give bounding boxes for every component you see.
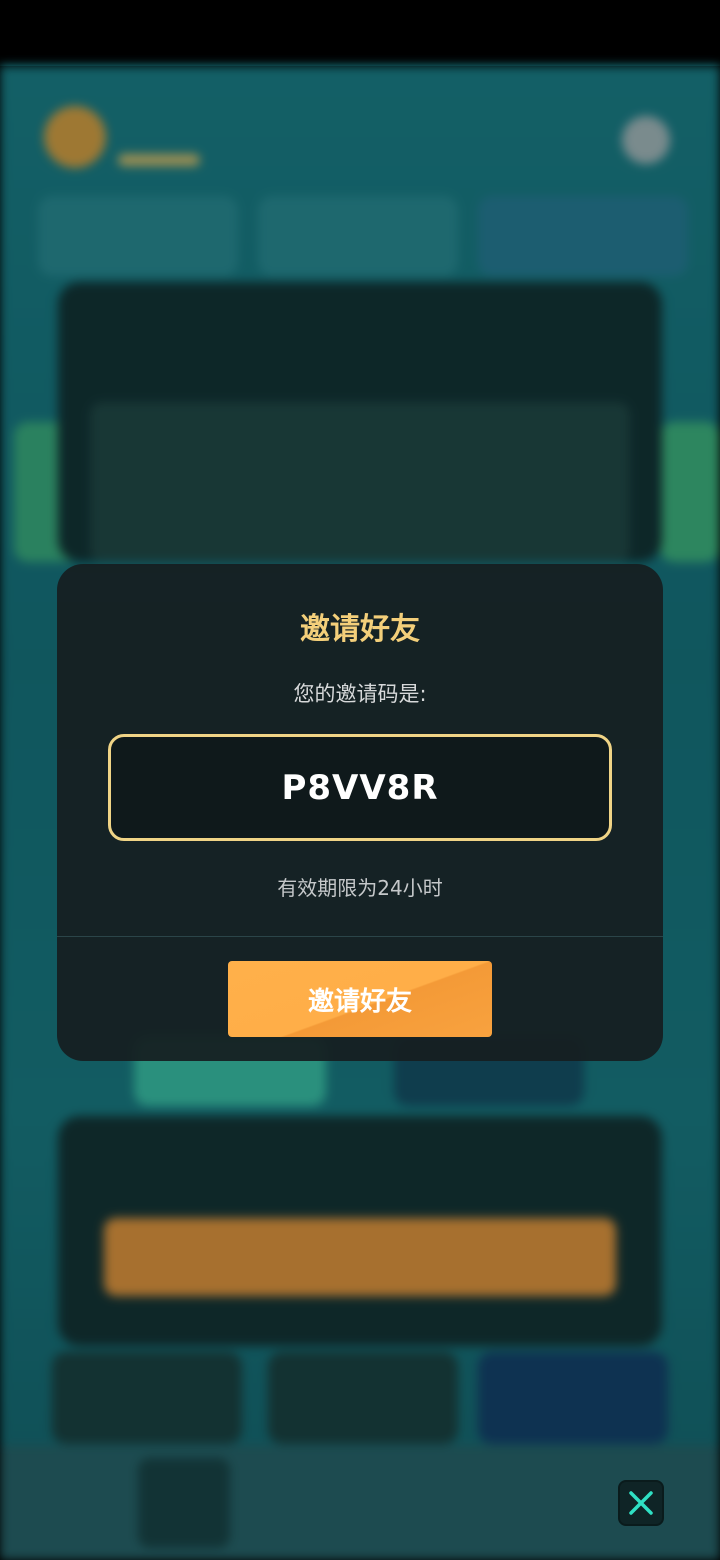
validity-note: 有效期限为24小时 [277, 876, 443, 900]
status-bar-area [0, 0, 720, 66]
invite-code-value[interactable]: P8VV8R [281, 768, 438, 808]
invite-code-label: 您的邀请码是: [293, 682, 427, 706]
dialog-title: 邀请好友 [300, 612, 420, 647]
invite-dialog: 邀请好友 您的邀请码是: P8VV8R 有效期限为24小时 邀请好友 [57, 564, 663, 1061]
invite-friends-button[interactable]: 邀请好友 [228, 961, 492, 1037]
divider [57, 936, 663, 937]
close-button[interactable] [618, 1480, 664, 1526]
invite-code-box[interactable]: P8VV8R [108, 734, 612, 841]
close-icon [629, 1491, 653, 1515]
